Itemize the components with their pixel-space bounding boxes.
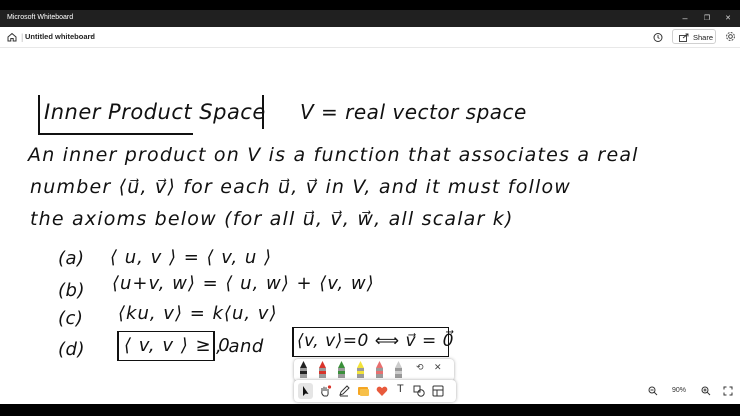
pen-tray-pens: [300, 361, 402, 378]
pink-highlighter-icon[interactable]: [376, 361, 383, 378]
settings-icon[interactable]: [725, 31, 736, 42]
close-icon[interactable]: ✕: [434, 362, 442, 373]
green-pen-icon[interactable]: [338, 361, 345, 378]
chevron-down-icon[interactable]: ⌄: [89, 31, 95, 39]
axiom-a-text: ⟨ u, v ⟩ = ⟨ v, u ⟩: [110, 247, 273, 268]
heading-underline: [38, 133, 193, 135]
axiom-d-text: ⟨ v, v ⟩ ≥ 0: [124, 335, 231, 356]
yellow-highlighter-icon[interactable]: [357, 361, 364, 378]
axiom-c-label: (c): [58, 308, 84, 329]
axiom-c-text: ⟨ku, v⟩ = k⟨u, v⟩: [118, 303, 278, 324]
axiom-d-extra-text: ⟨v, v⟩=0 ⟺ v⃗ = 0⃗: [297, 331, 454, 351]
minimize-button[interactable]: –: [678, 12, 692, 25]
cursor-icon: [303, 386, 309, 396]
main-toolbar: T: [294, 380, 456, 402]
zoom-out-icon[interactable]: [648, 386, 658, 396]
axiom-a-label: (a): [58, 248, 85, 269]
vector-space-definition: V = real vector space: [300, 100, 527, 124]
hand-icon[interactable]: [318, 384, 332, 398]
red-pen-icon[interactable]: [319, 361, 326, 378]
window-titlebar: Microsoft Whiteboard – ❐ ✕: [0, 10, 740, 27]
template-icon[interactable]: [431, 384, 445, 398]
app-toolbar: | Untitled whiteboard ⌄ Share: [0, 27, 740, 48]
reaction-heart-icon[interactable]: [375, 384, 389, 398]
fit-to-screen-icon[interactable]: [723, 386, 733, 396]
shapes-icon[interactable]: [412, 384, 426, 398]
bottom-bar: [0, 404, 740, 416]
window-title: Microsoft Whiteboard: [7, 14, 74, 21]
definition-line-3: the axioms below (for all u⃗, v⃗, w⃗, al…: [30, 208, 514, 230]
whiteboard-canvas[interactable]: Inner Product Space V = real vector spac…: [0, 48, 740, 404]
pen-tool-icon[interactable]: [337, 384, 351, 398]
eraser-icon[interactable]: [395, 361, 402, 378]
zoom-in-icon[interactable]: [701, 386, 711, 396]
axiom-b-text: ⟨u+v, w⟩ = ⟨ u, w⟩ + ⟨v, w⟩: [112, 273, 375, 294]
timer-icon[interactable]: [652, 31, 664, 43]
definition-line-1: An inner product on V is a function that…: [28, 144, 639, 166]
axiom-d-label: (d): [58, 339, 85, 360]
zoom-level[interactable]: 90%: [672, 387, 686, 394]
divider: |: [21, 32, 24, 42]
share-button[interactable]: Share: [672, 29, 716, 44]
lasso-icon[interactable]: ⟲: [416, 362, 424, 373]
definition-line-2: number ⟨u⃗, v⃗⟩ for each u⃗, v⃗ in V, an…: [30, 176, 572, 198]
sticky-note-icon[interactable]: [356, 384, 370, 398]
select-button[interactable]: [298, 383, 313, 399]
pen-tray: ⟲ ✕: [294, 359, 454, 381]
share-icon: [679, 33, 689, 42]
share-label: Share: [693, 33, 714, 42]
whiteboard-title[interactable]: Untitled whiteboard: [25, 32, 95, 41]
maximize-button[interactable]: ❐: [700, 12, 714, 25]
axiom-b-label: (b): [58, 280, 85, 301]
home-icon[interactable]: [6, 31, 18, 43]
close-button[interactable]: ✕: [721, 12, 735, 25]
text-icon[interactable]: T: [397, 383, 404, 395]
heading-text: Inner Product Space: [44, 100, 266, 124]
black-pen-icon[interactable]: [300, 361, 307, 378]
zoom-control: 90%: [640, 382, 738, 400]
heading-bracket-left: [38, 95, 40, 135]
axiom-d-and: , and: [216, 336, 264, 357]
